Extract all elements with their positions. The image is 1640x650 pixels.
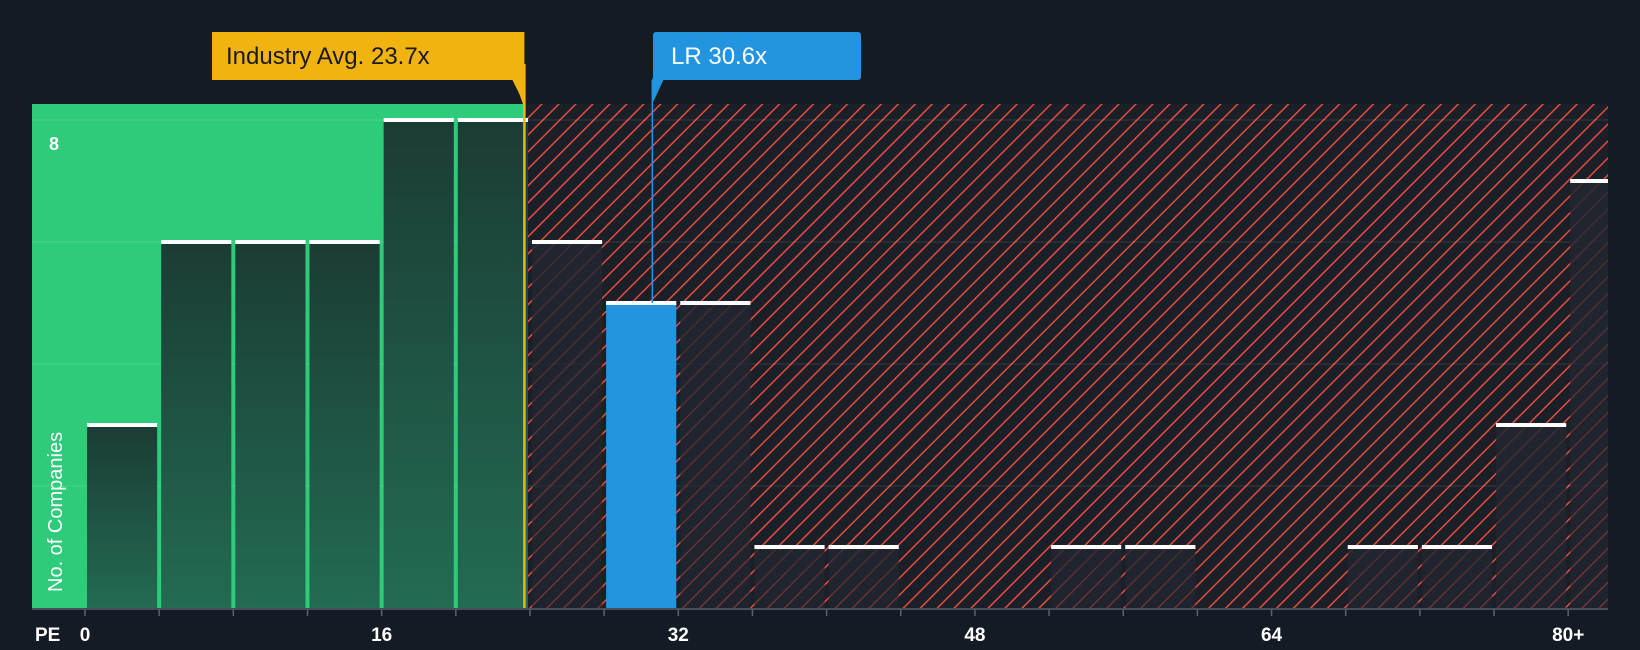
histogram-bar	[531, 242, 603, 608]
bar-top-cap	[161, 240, 232, 244]
histogram-bar	[235, 242, 306, 608]
histogram-bar	[1125, 547, 1196, 608]
x-tick-label: 0	[80, 625, 91, 646]
histogram-bar	[606, 303, 677, 608]
bar-top-cap	[1421, 545, 1493, 549]
pe-distribution-chart: Industry Avg. 23.7x LR 30.6x 0 16 32 48 64 80+…	[32, 32, 1609, 646]
bar-top-cap	[606, 301, 677, 305]
histogram-bar	[457, 120, 528, 608]
histogram-bar	[87, 425, 158, 608]
x-tick-label: 16	[371, 625, 392, 646]
industry-avg-callout-pointer	[512, 80, 525, 104]
x-tick-label: 80+	[1552, 625, 1584, 646]
bar-top-cap	[828, 545, 899, 549]
histogram-bar	[828, 547, 899, 608]
histogram-bar	[1570, 181, 1608, 608]
industry-avg-label: Industry Avg. 23.7x	[226, 43, 430, 70]
company-pe-callout-pointer	[652, 78, 665, 104]
histogram-bar	[1496, 425, 1567, 608]
histogram-bar	[1347, 547, 1418, 608]
histogram-bar	[1051, 547, 1122, 608]
bar-top-cap	[87, 423, 158, 427]
bar-top-cap	[1496, 423, 1567, 427]
histogram-bar	[1421, 547, 1493, 608]
bar-top-cap	[1051, 545, 1122, 549]
histogram-bar	[754, 547, 825, 608]
bar-top-cap	[680, 301, 751, 305]
histogram-bar	[161, 242, 232, 608]
histogram-bar	[680, 303, 751, 608]
x-axis-label: PE	[35, 625, 60, 646]
bar-top-cap	[309, 240, 380, 244]
y-tick-label: 8	[49, 134, 59, 154]
x-axis: 0 16 32 48 64 80+	[32, 608, 1608, 646]
histogram-bar	[309, 242, 380, 608]
bar-top-cap	[754, 545, 825, 549]
bar-top-cap	[457, 118, 528, 122]
bar-top-cap	[1347, 545, 1418, 549]
x-tick-label: 32	[668, 625, 689, 646]
bar-top-cap	[1570, 179, 1608, 183]
y-axis-label: No. of Companies	[45, 432, 67, 592]
bar-top-cap	[235, 240, 306, 244]
bar-top-cap	[1125, 545, 1196, 549]
histogram-bar	[383, 120, 454, 608]
x-tick-label: 64	[1261, 625, 1283, 646]
bar-top-cap	[531, 240, 603, 244]
company-pe-label: LR 30.6x	[671, 43, 767, 70]
bar-top-cap	[383, 118, 454, 122]
x-tick-label: 48	[964, 625, 985, 646]
